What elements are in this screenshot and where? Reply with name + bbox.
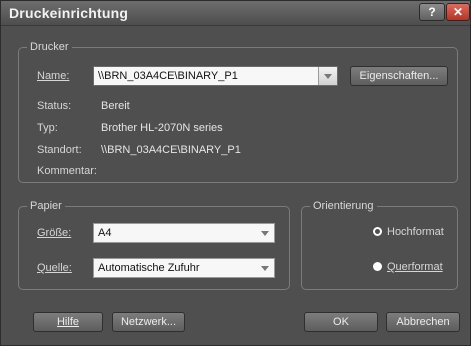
- chevron-down-icon[interactable]: [256, 259, 274, 277]
- orientation-group-label: Orientierung: [310, 199, 377, 213]
- close-icon[interactable]: ✕: [446, 3, 470, 21]
- location-label: Standort:: [37, 144, 82, 156]
- properties-button-label: Eigenschaften...: [359, 70, 439, 82]
- paper-source-label: Quelle:: [37, 262, 72, 274]
- window-title: Druckeinrichtung: [9, 5, 129, 21]
- chevron-down-icon[interactable]: [256, 224, 274, 242]
- properties-button[interactable]: Eigenschaften...: [350, 66, 448, 86]
- printer-name-label: Name:: [37, 70, 70, 82]
- landscape-radio[interactable]: Querformat: [373, 260, 455, 274]
- type-value: Brother HL-2070N series: [101, 122, 223, 134]
- landscape-label: Querformat: [387, 261, 443, 273]
- radio-selected-icon[interactable]: [373, 227, 382, 236]
- print-setup-dialog: Druckeinrichtung ? ✕ Drucker Name: \\BRN…: [0, 0, 471, 346]
- ok-button-label: OK: [333, 316, 349, 328]
- portrait-label: Hochformat: [387, 226, 444, 238]
- status-value: Bereit: [101, 100, 130, 112]
- title-bar[interactable]: Druckeinrichtung ? ✕: [1, 1, 470, 26]
- paper-source-select[interactable]: Automatische Zufuhr: [93, 258, 275, 278]
- help-icon[interactable]: ?: [419, 3, 445, 21]
- comment-label: Kommentar:: [37, 165, 97, 177]
- paper-group-label: Papier: [27, 199, 65, 213]
- paper-size-select[interactable]: A4: [93, 223, 275, 243]
- type-label: Typ:: [37, 122, 58, 134]
- paper-size-label: Größe:: [37, 227, 72, 239]
- ok-button[interactable]: OK: [304, 312, 378, 332]
- cancel-button[interactable]: Abbrechen: [386, 312, 460, 332]
- paper-source-value: Automatische Zufuhr: [98, 262, 200, 274]
- printer-group-label: Drucker: [27, 40, 72, 54]
- cancel-button-label: Abbrechen: [396, 316, 450, 328]
- radio-unselected-icon[interactable]: [373, 262, 382, 271]
- status-label: Status:: [37, 100, 72, 112]
- network-button[interactable]: Netzwerk...: [112, 312, 185, 332]
- paper-size-value: A4: [98, 227, 112, 239]
- portrait-radio[interactable]: Hochformat: [373, 225, 455, 239]
- location-value: \\BRN_03A4CE\BINARY_P1: [101, 144, 241, 156]
- printer-name-select[interactable]: \\BRN_03A4CE\BINARY_P1: [93, 66, 338, 86]
- network-button-label: Netzwerk...: [120, 316, 176, 328]
- orientation-group: Orientierung: [301, 199, 458, 290]
- help-button-label: Hilfe: [56, 316, 79, 328]
- chevron-down-icon[interactable]: [318, 67, 337, 85]
- help-button[interactable]: Hilfe: [33, 312, 103, 332]
- printer-name-value: \\BRN_03A4CE\BINARY_P1: [98, 70, 238, 82]
